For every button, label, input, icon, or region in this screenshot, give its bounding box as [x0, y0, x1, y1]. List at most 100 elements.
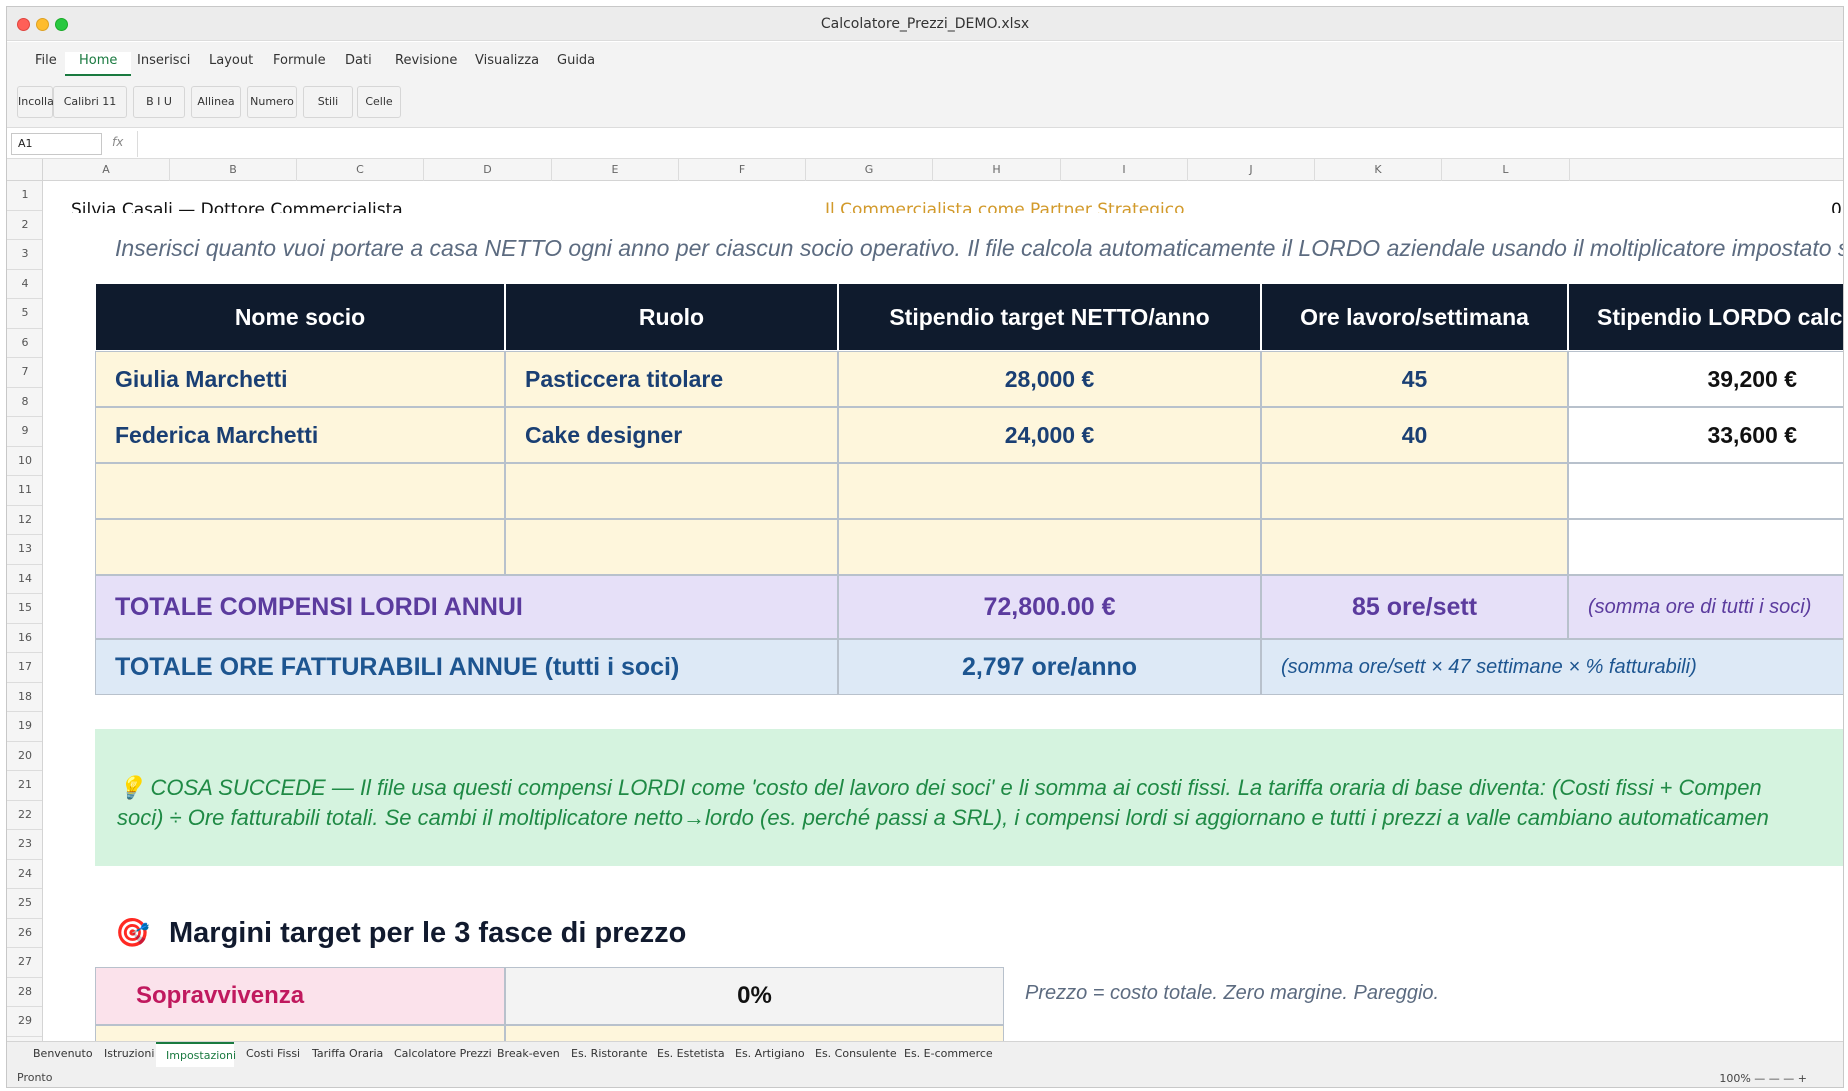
sheet-tab-benvenuto[interactable]: Benvenuto — [23, 1042, 103, 1068]
partner-net-salary-cell[interactable] — [838, 519, 1261, 575]
font-selector[interactable]: Calibri 11 — [53, 86, 127, 118]
billable-hours-label[interactable]: TOTALE ORE FATTURABILI ANNUE (tutti i so… — [95, 639, 838, 695]
tab-formule[interactable]: Formule — [259, 52, 340, 76]
total-hours-note[interactable]: (somma ore di tutti i soci) — [1568, 575, 1843, 639]
name-box[interactable]: A1 — [11, 133, 102, 155]
zoom-control[interactable]: 100% — — — + — [1719, 1072, 1807, 1085]
th-ore-settimana[interactable]: Ore lavoro/settimana — [1261, 283, 1568, 351]
row-header[interactable]: 22 — [7, 801, 42, 830]
column-header[interactable]: E — [552, 159, 679, 181]
row-header[interactable]: 13 — [7, 535, 42, 565]
sheet-tab-es-estetista[interactable]: Es. Estetista — [647, 1042, 735, 1068]
fx-icon[interactable]: fx — [112, 135, 123, 149]
tab-home[interactable]: Home — [65, 52, 132, 76]
th-stipendio-lordo[interactable]: Stipendio LORDO calco — [1568, 283, 1843, 351]
billable-hours-note[interactable]: (somma ore/sett × 47 settimane × % fattu… — [1261, 639, 1843, 695]
row-header[interactable]: 23 — [7, 830, 42, 860]
th-stipendio-netto[interactable]: Stipendio target NETTO/anno — [838, 283, 1261, 351]
row-header[interactable]: 18 — [7, 683, 42, 712]
format-bold-italic-underline[interactable]: B I U — [133, 86, 185, 118]
sheet-tab-es-ristorante[interactable]: Es. Ristorante — [561, 1042, 657, 1068]
row-header[interactable]: 11 — [7, 476, 42, 506]
row-header[interactable]: 20 — [7, 742, 42, 771]
column-header[interactable]: D — [424, 159, 552, 181]
tab-layout[interactable]: Layout — [195, 52, 267, 76]
sheet-tab-calcolatore-prezzi[interactable]: Calcolatore Prezzi — [384, 1042, 502, 1068]
tab-file[interactable]: File — [21, 52, 71, 76]
row-header[interactable]: 24 — [7, 860, 42, 889]
partner-name-cell[interactable] — [95, 463, 505, 519]
row-header[interactable]: 27 — [7, 948, 42, 978]
column-header[interactable]: C — [297, 159, 424, 181]
sheet-tab-tariffa-oraria[interactable]: Tariffa Oraria — [302, 1042, 393, 1068]
number-format-button[interactable]: Numero — [247, 86, 297, 118]
billable-hours-value[interactable]: 2,797 ore/anno — [838, 639, 1261, 695]
tab-inserisci[interactable]: Inserisci — [123, 52, 204, 76]
partner-hours-cell[interactable]: 45 — [1261, 351, 1568, 407]
row-header[interactable]: 2 — [7, 211, 42, 240]
spreadsheet-grid[interactable]: Silvia Casali — Dottore Commercialista I… — [44, 181, 1843, 1041]
column-header[interactable]: J — [1188, 159, 1315, 181]
row-header[interactable]: 8 — [7, 388, 42, 417]
sheet-tab-es-e-commerce[interactable]: Es. E-commerce — [894, 1042, 1003, 1068]
margin-tier-value[interactable] — [505, 1025, 1004, 1041]
th-nome-socio[interactable]: Nome socio — [95, 283, 505, 351]
column-header[interactable]: H — [933, 159, 1061, 181]
sheet-tab-break-even[interactable]: Break-even — [487, 1042, 570, 1068]
th-ruolo[interactable]: Ruolo — [505, 283, 838, 351]
row-header[interactable]: 5 — [7, 299, 42, 329]
partner-hours-cell[interactable]: 40 — [1261, 407, 1568, 463]
row-header[interactable]: 10 — [7, 447, 42, 476]
partner-hours-cell[interactable] — [1261, 463, 1568, 519]
styles-button[interactable]: Stili — [303, 86, 353, 118]
row-header[interactable]: 17 — [7, 653, 42, 683]
tab-revisione[interactable]: Revisione — [381, 52, 471, 76]
align-button[interactable]: Allinea — [191, 86, 241, 118]
row-header[interactable]: 9 — [7, 417, 42, 447]
partner-name-cell[interactable]: Giulia Marchetti — [95, 351, 505, 407]
partner-net-salary-cell[interactable]: 28,000 € — [838, 351, 1261, 407]
partner-net-salary-cell[interactable] — [838, 463, 1261, 519]
margin-tier-value[interactable]: 0% — [505, 967, 1004, 1025]
row-header[interactable]: 4 — [7, 270, 42, 299]
row-header[interactable]: 26 — [7, 919, 42, 948]
tab-dati[interactable]: Dati — [331, 52, 386, 76]
partner-gross-salary-cell[interactable] — [1568, 463, 1843, 519]
partner-role-cell[interactable]: Cake designer — [505, 407, 838, 463]
partner-net-salary-cell[interactable]: 24,000 € — [838, 407, 1261, 463]
column-header[interactable]: B — [170, 159, 297, 181]
row-header[interactable]: 1 — [7, 181, 42, 211]
row-header[interactable]: 19 — [7, 712, 42, 742]
row-header[interactable]: 16 — [7, 624, 42, 653]
row-header[interactable]: 29 — [7, 1007, 42, 1037]
column-header[interactable]: L — [1442, 159, 1570, 181]
row-header[interactable]: 12 — [7, 506, 42, 535]
row-header[interactable]: 15 — [7, 594, 42, 624]
sheet-tab-es-consulente[interactable]: Es. Consulente — [805, 1042, 907, 1068]
tab-visualizza[interactable]: Visualizza — [461, 52, 553, 76]
column-header[interactable]: F — [679, 159, 806, 181]
sheet-tab-istruzioni[interactable]: Istruzioni — [94, 1042, 164, 1068]
total-gross-value[interactable]: 72,800.00 € — [838, 575, 1261, 639]
partner-hours-cell[interactable] — [1261, 519, 1568, 575]
row-header[interactable]: 28 — [7, 978, 42, 1007]
tab-guida[interactable]: Guida — [543, 52, 609, 76]
row-header[interactable]: 14 — [7, 565, 42, 594]
cells-button[interactable]: Celle — [357, 86, 401, 118]
margin-tier-label[interactable] — [95, 1025, 505, 1041]
partner-gross-salary-cell[interactable] — [1568, 519, 1843, 575]
sheet-tab-costi-fissi[interactable]: Costi Fissi — [236, 1042, 310, 1068]
margin-tier-label[interactable]: Sopravvivenza — [95, 967, 505, 1025]
partner-role-cell[interactable] — [505, 519, 838, 575]
row-header[interactable]: 7 — [7, 358, 42, 388]
row-header[interactable]: 6 — [7, 329, 42, 358]
sheet-tab-es-artigiano[interactable]: Es. Artigiano — [725, 1042, 815, 1068]
row-header[interactable]: 25 — [7, 889, 42, 919]
partner-name-cell[interactable] — [95, 519, 505, 575]
select-all-corner[interactable] — [7, 159, 43, 181]
row-header[interactable]: 21 — [7, 771, 42, 801]
partner-gross-salary-cell[interactable]: 33,600 € — [1568, 407, 1843, 463]
partner-role-cell[interactable] — [505, 463, 838, 519]
total-gross-label[interactable]: TOTALE COMPENSI LORDI ANNUI — [95, 575, 838, 639]
row-header[interactable]: 3 — [7, 240, 42, 270]
